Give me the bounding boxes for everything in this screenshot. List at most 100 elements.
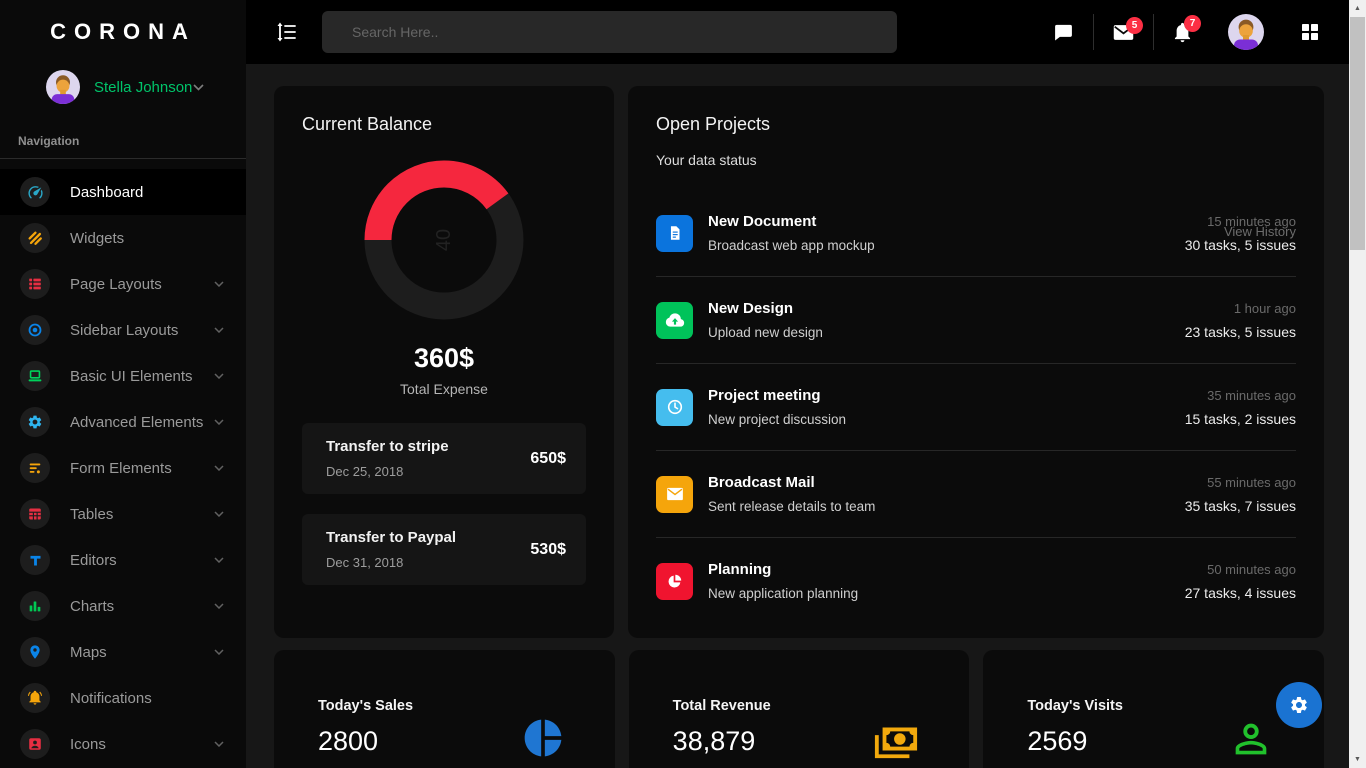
- transfer-date: Dec 25, 2018: [326, 464, 449, 479]
- chevron-down-icon: [214, 373, 224, 379]
- page-layouts-icon: [27, 276, 43, 292]
- transfer-amount: 530$: [530, 541, 566, 559]
- sidebar-item-label: Icons: [70, 736, 214, 753]
- sidebar-toggle-button[interactable]: [276, 21, 298, 43]
- project-description: New application planning: [708, 586, 858, 601]
- target-icon: [27, 322, 43, 338]
- scrollbar-up-arrow[interactable]: ▲: [1349, 0, 1366, 17]
- pie-icon: [666, 573, 683, 590]
- sidebar-item-editors[interactable]: Editors: [0, 537, 246, 583]
- todays-sales-card: Today's Sales 2800: [274, 650, 615, 768]
- form-list-icon: [27, 460, 43, 476]
- chevron-down-icon: [214, 741, 224, 747]
- chat-button[interactable]: [1053, 22, 1074, 43]
- transfer-title: Transfer to stripe: [326, 438, 449, 455]
- chevron-down-icon: [214, 419, 224, 425]
- search-input[interactable]: [338, 24, 881, 40]
- navbar-profile-button[interactable]: [1228, 14, 1264, 50]
- dashboard-page: CORONA Stella Johnson Navigation Dashboa…: [0, 0, 1366, 768]
- chevron-down-icon: [214, 603, 224, 609]
- transfer-amount: 650$: [530, 450, 566, 468]
- transfer-item: Transfer to stripe Dec 25, 2018 650$: [302, 423, 586, 494]
- sidebar-item-tables[interactable]: Tables: [0, 491, 246, 537]
- projects-card-subtitle: Your data status: [656, 152, 1296, 168]
- project-time: 1 hour ago: [1185, 301, 1296, 316]
- brand-logo: CORONA: [0, 0, 246, 64]
- map-pin-icon: [27, 644, 43, 660]
- pie-chart-icon: [521, 716, 565, 760]
- navbar-separator: [1153, 14, 1154, 50]
- sidebar-item-label: Basic UI Elements: [70, 368, 214, 385]
- person-icon: [1228, 716, 1274, 762]
- chevron-down-icon: [214, 281, 224, 287]
- scrollbar-thumb[interactable]: [1350, 17, 1365, 250]
- sidebar-item-basic-ui[interactable]: Basic UI Elements: [0, 353, 246, 399]
- project-row: Planning New application planning 50 min…: [656, 538, 1296, 624]
- cash-icon: [873, 716, 919, 762]
- sidebar-item-label: Page Layouts: [70, 276, 214, 293]
- sidebar-item-label: Notifications: [70, 690, 246, 707]
- sidebar-item-notifications[interactable]: Notifications: [0, 675, 246, 721]
- sidebar: CORONA Stella Johnson Navigation Dashboa…: [0, 0, 246, 768]
- sidebar-item-widgets[interactable]: Widgets: [0, 215, 246, 261]
- project-title: Project meeting: [708, 387, 846, 404]
- sidebar-divider: [0, 158, 246, 159]
- clock-icon: [666, 398, 684, 416]
- scrollbar-down-arrow[interactable]: ▼: [1349, 751, 1366, 768]
- cloud-upload-icon: [665, 310, 685, 330]
- sidebar-item-label: Charts: [70, 598, 214, 615]
- settings-fab-button[interactable]: [1276, 682, 1322, 728]
- project-title: Planning: [708, 561, 858, 578]
- page-scrollbar: ▲ ▼: [1349, 0, 1366, 768]
- project-description: Upload new design: [708, 325, 823, 340]
- transfer-date: Dec 31, 2018: [326, 555, 456, 570]
- project-time: 50 minutes ago: [1185, 562, 1296, 577]
- sidebar-item-page-layouts[interactable]: Page Layouts: [0, 261, 246, 307]
- speedometer-icon: [27, 184, 44, 201]
- project-title: New Document: [708, 213, 875, 230]
- balance-card-title: Current Balance: [302, 114, 586, 135]
- chevron-down-icon: [193, 84, 204, 91]
- messages-button[interactable]: 5: [1113, 24, 1134, 41]
- table-icon: [27, 506, 43, 522]
- stat-value: 38,879: [673, 726, 771, 757]
- project-row: New Design Upload new design 1 hour ago …: [656, 277, 1296, 364]
- sidebar-item-icons[interactable]: Icons: [0, 721, 246, 767]
- view-history-link[interactable]: View History: [1224, 224, 1296, 239]
- sidebar-item-label: Sidebar Layouts: [70, 322, 214, 339]
- project-title: New Design: [708, 300, 823, 317]
- project-meta: 35 tasks, 7 issues: [1185, 498, 1296, 514]
- notifications-button[interactable]: 7: [1173, 22, 1192, 43]
- current-balance-card: Current Balance 40 360$ Total Expense Tr…: [274, 86, 614, 638]
- grid-icon: [1300, 22, 1320, 42]
- notifications-badge: 7: [1184, 15, 1201, 32]
- sidebar-item-dashboard[interactable]: Dashboard: [0, 169, 246, 215]
- sidebar-item-advanced-elements[interactable]: Advanced Elements: [0, 399, 246, 445]
- project-time: 55 minutes ago: [1185, 475, 1296, 490]
- project-title: Broadcast Mail: [708, 474, 875, 491]
- project-description: New project discussion: [708, 412, 846, 427]
- balance-amount: 360$: [302, 343, 586, 374]
- user-avatar: [46, 70, 80, 104]
- main-content: Current Balance 40 360$ Total Expense Tr…: [246, 64, 1349, 768]
- sidebar-item-form-elements[interactable]: Form Elements: [0, 445, 246, 491]
- stat-value: 2569: [1027, 726, 1123, 757]
- stat-value: 2800: [318, 726, 413, 757]
- transfer-list: Transfer to stripe Dec 25, 2018 650$ Tra…: [302, 423, 586, 585]
- nav-section-label: Navigation: [0, 118, 246, 158]
- sidebar-item-maps[interactable]: Maps: [0, 629, 246, 675]
- bar-chart-icon: [27, 598, 43, 614]
- chevron-down-icon: [214, 327, 224, 333]
- project-meta: 15 tasks, 2 issues: [1185, 411, 1296, 427]
- search-box: [322, 11, 897, 53]
- project-meta: 27 tasks, 4 issues: [1185, 585, 1296, 601]
- apps-grid-button[interactable]: [1300, 22, 1320, 42]
- sidebar-item-sidebar-layouts[interactable]: Sidebar Layouts: [0, 307, 246, 353]
- sidebar-item-charts[interactable]: Charts: [0, 583, 246, 629]
- gear-icon: [1289, 695, 1309, 715]
- bell-icon: [27, 690, 43, 706]
- menu-toggle-icon: [276, 21, 298, 43]
- chevron-down-icon: [214, 557, 224, 563]
- stat-label: Total Revenue: [673, 698, 771, 714]
- profile-menu[interactable]: Stella Johnson: [0, 64, 246, 118]
